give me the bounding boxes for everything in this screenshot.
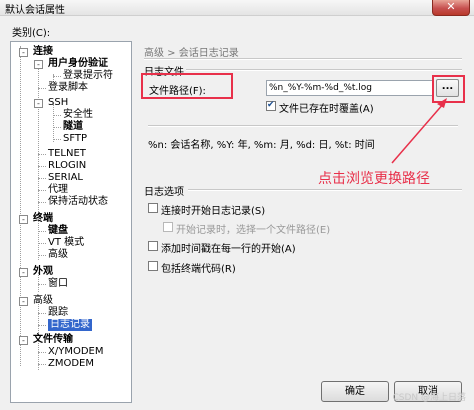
log-option-label[interactable]: 开始记录时，选择一个文件路径(E) bbox=[176, 221, 330, 236]
log-option-checkbox[interactable] bbox=[163, 222, 173, 232]
watermark: CSDN @海上日落 bbox=[392, 393, 466, 403]
log-option-checkbox[interactable] bbox=[148, 261, 158, 271]
ok-button[interactable]: 确定 bbox=[321, 381, 389, 402]
log-option-label[interactable]: 包括终端代码(R) bbox=[161, 260, 236, 275]
log-options-group-label: 日志选项 bbox=[144, 187, 184, 198]
annotation-text: 点击浏览更换路径 bbox=[318, 171, 430, 187]
arrow-head bbox=[437, 98, 447, 108]
log-option-label[interactable]: 连接时开始日志记录(S) bbox=[161, 202, 265, 217]
log-options-group-divider bbox=[188, 189, 462, 191]
log-option-checkbox[interactable] bbox=[148, 241, 158, 251]
log-option-checkbox[interactable] bbox=[148, 203, 158, 213]
log-option-label[interactable]: 添加时间戳在每一行的开始(A) bbox=[161, 240, 296, 255]
arrow-line bbox=[391, 102, 445, 164]
